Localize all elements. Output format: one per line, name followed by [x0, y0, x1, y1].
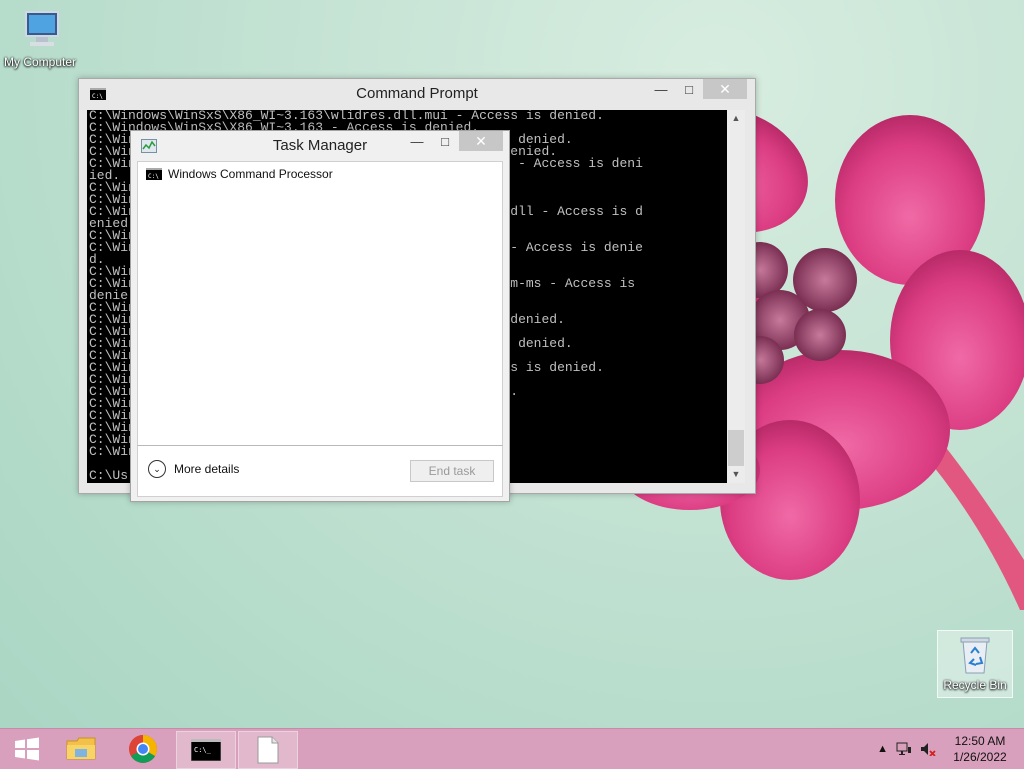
- network-icon[interactable]: [896, 742, 912, 756]
- folder-icon: [66, 737, 96, 760]
- svg-text:C:\_: C:\_: [194, 746, 212, 754]
- maximize-button[interactable]: □: [431, 131, 459, 151]
- computer-icon: [25, 11, 59, 46]
- close-button[interactable]: ✕: [459, 131, 503, 151]
- more-details-label: More details: [174, 462, 240, 476]
- minimize-button[interactable]: —: [647, 79, 675, 99]
- taskbar-document[interactable]: [238, 731, 298, 769]
- windows-logo-icon: [15, 737, 39, 761]
- minimize-button[interactable]: —: [403, 131, 431, 151]
- desktop-icon-recycle-bin[interactable]: Recycle Bin: [937, 630, 1013, 698]
- maximize-button[interactable]: □: [675, 79, 703, 99]
- scroll-down-icon[interactable]: ▼: [727, 466, 745, 483]
- cmd-icon: C:\_: [191, 739, 221, 761]
- process-name: Windows Command Processor: [168, 167, 333, 181]
- desktop-icon-my-computer[interactable]: My Computer: [0, 8, 80, 69]
- process-list[interactable]: C:\ Windows Command Processor: [137, 161, 503, 447]
- show-hidden-icons-icon[interactable]: ▲: [877, 743, 888, 755]
- process-row[interactable]: C:\ Windows Command Processor: [138, 162, 502, 186]
- cmd-process-icon: C:\: [146, 168, 162, 180]
- svg-text:C:\: C:\: [148, 173, 159, 180]
- taskbar-command-prompt[interactable]: C:\_: [176, 731, 236, 769]
- start-button[interactable]: [0, 731, 54, 767]
- recycle-bin-icon: [960, 637, 990, 674]
- clock-time: 12:50 AM: [954, 734, 1006, 748]
- close-button[interactable]: ✕: [703, 79, 747, 99]
- task-manager-window[interactable]: Task Manager — □ ✕ C:\ Windows Command P…: [130, 130, 510, 502]
- tm-titlebar[interactable]: Task Manager — □ ✕: [131, 131, 509, 161]
- clock[interactable]: 12:50 AM 1/26/2022: [944, 733, 1016, 765]
- system-tray: ▲ 12:50 AM 1/26/2022: [877, 733, 1016, 765]
- document-icon: [257, 736, 279, 764]
- console-scrollbar[interactable]: ▲ ▼: [727, 110, 745, 483]
- desktop-icon-label: Recycle Bin: [943, 678, 1007, 692]
- scroll-thumb[interactable]: [728, 430, 744, 466]
- taskbar-chrome[interactable]: [116, 731, 170, 767]
- volume-muted-icon[interactable]: [920, 742, 936, 756]
- tm-footer: ⌄ More details End task: [137, 445, 503, 497]
- cmd-titlebar[interactable]: C:\ Command Prompt — □ ✕: [79, 79, 755, 109]
- more-details-toggle[interactable]: ⌄ More details: [148, 460, 239, 478]
- desktop-icon-label: My Computer: [3, 55, 77, 69]
- chrome-icon: [129, 735, 157, 763]
- chevron-down-icon: ⌄: [148, 460, 166, 478]
- taskbar: C:\_ ▲ 12:50 AM 1/26/2022: [0, 728, 1024, 769]
- taskbar-file-explorer[interactable]: [54, 731, 108, 767]
- clock-date: 1/26/2022: [953, 750, 1007, 764]
- end-task-button[interactable]: End task: [410, 460, 494, 482]
- scroll-up-icon[interactable]: ▲: [727, 110, 745, 127]
